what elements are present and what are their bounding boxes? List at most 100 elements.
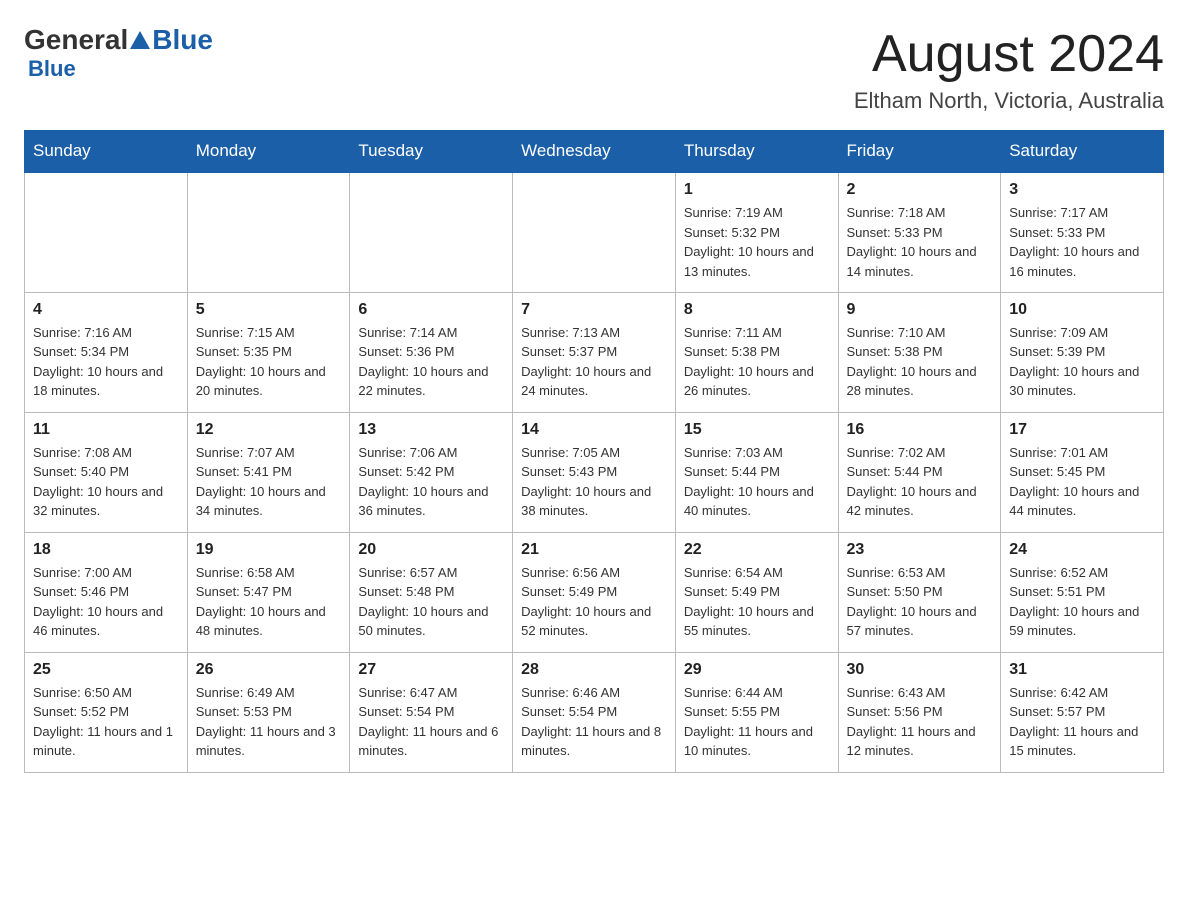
calendar-cell: 2Sunrise: 7:18 AMSunset: 5:33 PMDaylight… xyxy=(838,172,1001,292)
day-number: 29 xyxy=(684,661,830,679)
day-number: 14 xyxy=(521,421,667,439)
header-monday: Monday xyxy=(187,131,350,173)
calendar-cell: 10 Sunrise: 7:09 AMSunset: 5:39 PMDayligh… xyxy=(1001,292,1164,412)
day-number: 4 xyxy=(33,301,179,319)
day-info: Sunrise: 7:10 AMSunset: 5:38 PMDaylight:… xyxy=(847,323,993,401)
day-info: Sunrise: 6:57 AMSunset: 5:48 PMDaylight:… xyxy=(358,563,504,641)
header-wednesday: Wednesday xyxy=(513,131,676,173)
day-info: Sunrise: 6:49 AMSunset: 5:53 PMDaylight:… xyxy=(196,683,342,761)
calendar-cell: 29 Sunrise: 6:44 AMSunset: 5:55 PMDayligh… xyxy=(675,652,838,772)
calendar: SundayMondayTuesdayWednesdayThursdayFrid… xyxy=(24,130,1164,773)
calendar-cell xyxy=(187,172,350,292)
day-info: Sunrise: 7:08 AMSunset: 5:40 PMDaylight:… xyxy=(33,443,179,521)
calendar-cell: 11 Sunrise: 7:08 AMSunset: 5:40 PMDayligh… xyxy=(25,412,188,532)
day-info: Sunrise: 6:44 AMSunset: 5:55 PMDaylight:… xyxy=(684,683,830,761)
day-number: 10 xyxy=(1009,301,1155,319)
day-info: Sunrise: 7:16 AMSunset: 5:34 PMDaylight:… xyxy=(33,323,179,401)
calendar-cell: 8Sunrise: 7:11 AMSunset: 5:38 PMDaylight… xyxy=(675,292,838,412)
day-number: 26 xyxy=(196,661,342,679)
day-info: Sunrise: 7:11 AMSunset: 5:38 PMDaylight:… xyxy=(684,323,830,401)
day-number: 23 xyxy=(847,541,993,559)
calendar-cell: 25Sunrise: 6:50 AMSunset: 5:52 PMDayligh… xyxy=(25,652,188,772)
calendar-cell xyxy=(25,172,188,292)
day-number: 21 xyxy=(521,541,667,559)
main-title: August 2024 xyxy=(854,24,1164,84)
day-number: 25 xyxy=(33,661,179,679)
day-info: Sunrise: 6:58 AMSunset: 5:47 PMDaylight:… xyxy=(196,563,342,641)
header: General Blue Blue August 2024 Eltham Nor… xyxy=(24,24,1164,114)
day-info: Sunrise: 7:15 AMSunset: 5:35 PMDaylight:… xyxy=(196,323,342,401)
day-info: Sunrise: 7:13 AMSunset: 5:37 PMDaylight:… xyxy=(521,323,667,401)
day-info: Sunrise: 7:05 AMSunset: 5:43 PMDaylight:… xyxy=(521,443,667,521)
calendar-header-row: SundayMondayTuesdayWednesdayThursdayFrid… xyxy=(25,131,1164,173)
day-info: Sunrise: 7:03 AMSunset: 5:44 PMDaylight:… xyxy=(684,443,830,521)
week-row-3: 18 Sunrise: 7:00 AMSunset: 5:46 PMDayligh… xyxy=(25,532,1164,652)
day-number: 11 xyxy=(33,421,179,439)
day-number: 30 xyxy=(847,661,993,679)
day-info: Sunrise: 7:14 AMSunset: 5:36 PMDaylight:… xyxy=(358,323,504,401)
header-tuesday: Tuesday xyxy=(350,131,513,173)
day-info: Sunrise: 6:46 AMSunset: 5:54 PMDaylight:… xyxy=(521,683,667,761)
calendar-cell: 1 Sunrise: 7:19 AMSunset: 5:32 PMDaylight… xyxy=(675,172,838,292)
week-row-1: 4 Sunrise: 7:16 AMSunset: 5:34 PMDaylight… xyxy=(25,292,1164,412)
week-row-0: 1 Sunrise: 7:19 AMSunset: 5:32 PMDaylight… xyxy=(25,172,1164,292)
day-info: Sunrise: 6:53 AMSunset: 5:50 PMDaylight:… xyxy=(847,563,993,641)
day-number: 6 xyxy=(358,301,504,319)
header-saturday: Saturday xyxy=(1001,131,1164,173)
day-number: 3 xyxy=(1009,181,1155,199)
calendar-cell: 31Sunrise: 6:42 AMSunset: 5:57 PMDayligh… xyxy=(1001,652,1164,772)
day-number: 19 xyxy=(196,541,342,559)
day-number: 18 xyxy=(33,541,179,559)
logo-triangle-icon xyxy=(130,31,150,49)
calendar-cell: 5Sunrise: 7:15 AMSunset: 5:35 PMDaylight… xyxy=(187,292,350,412)
logo: General Blue Blue xyxy=(24,24,213,82)
day-number: 31 xyxy=(1009,661,1155,679)
day-number: 15 xyxy=(684,421,830,439)
calendar-cell: 21 Sunrise: 6:56 AMSunset: 5:49 PMDayligh… xyxy=(513,532,676,652)
day-info: Sunrise: 6:56 AMSunset: 5:49 PMDaylight:… xyxy=(521,563,667,641)
day-info: Sunrise: 7:02 AMSunset: 5:44 PMDaylight:… xyxy=(847,443,993,521)
day-info: Sunrise: 7:06 AMSunset: 5:42 PMDaylight:… xyxy=(358,443,504,521)
day-info: Sunrise: 7:17 AMSunset: 5:33 PMDaylight:… xyxy=(1009,203,1155,281)
calendar-cell: 17Sunrise: 7:01 AMSunset: 5:45 PMDayligh… xyxy=(1001,412,1164,532)
day-number: 27 xyxy=(358,661,504,679)
calendar-cell: 19 Sunrise: 6:58 AMSunset: 5:47 PMDayligh… xyxy=(187,532,350,652)
subtitle: Eltham North, Victoria, Australia xyxy=(854,88,1164,114)
calendar-cell: 20 Sunrise: 6:57 AMSunset: 5:48 PMDayligh… xyxy=(350,532,513,652)
day-number: 9 xyxy=(847,301,993,319)
calendar-cell: 24 Sunrise: 6:52 AMSunset: 5:51 PMDayligh… xyxy=(1001,532,1164,652)
calendar-cell: 15 Sunrise: 7:03 AMSunset: 5:44 PMDayligh… xyxy=(675,412,838,532)
calendar-cell: 14 Sunrise: 7:05 AMSunset: 5:43 PMDayligh… xyxy=(513,412,676,532)
calendar-cell: 18 Sunrise: 7:00 AMSunset: 5:46 PMDayligh… xyxy=(25,532,188,652)
day-number: 22 xyxy=(684,541,830,559)
calendar-cell: 22 Sunrise: 6:54 AMSunset: 5:49 PMDayligh… xyxy=(675,532,838,652)
calendar-cell: 7 Sunrise: 7:13 AMSunset: 5:37 PMDaylight… xyxy=(513,292,676,412)
day-info: Sunrise: 6:54 AMSunset: 5:49 PMDaylight:… xyxy=(684,563,830,641)
day-number: 1 xyxy=(684,181,830,199)
day-number: 20 xyxy=(358,541,504,559)
day-number: 2 xyxy=(847,181,993,199)
day-number: 17 xyxy=(1009,421,1155,439)
header-friday: Friday xyxy=(838,131,1001,173)
week-row-4: 25Sunrise: 6:50 AMSunset: 5:52 PMDayligh… xyxy=(25,652,1164,772)
day-info: Sunrise: 6:47 AMSunset: 5:54 PMDaylight:… xyxy=(358,683,504,761)
day-info: Sunrise: 7:19 AMSunset: 5:32 PMDaylight:… xyxy=(684,203,830,281)
title-area: August 2024 Eltham North, Victoria, Aust… xyxy=(854,24,1164,114)
calendar-cell: 12 Sunrise: 7:07 AMSunset: 5:41 PMDayligh… xyxy=(187,412,350,532)
calendar-cell: 30Sunrise: 6:43 AMSunset: 5:56 PMDayligh… xyxy=(838,652,1001,772)
day-number: 16 xyxy=(847,421,993,439)
day-info: Sunrise: 6:52 AMSunset: 5:51 PMDaylight:… xyxy=(1009,563,1155,641)
day-number: 12 xyxy=(196,421,342,439)
header-thursday: Thursday xyxy=(675,131,838,173)
day-number: 13 xyxy=(358,421,504,439)
day-number: 24 xyxy=(1009,541,1155,559)
logo-general-text: General xyxy=(24,24,128,56)
calendar-cell xyxy=(513,172,676,292)
day-number: 7 xyxy=(521,301,667,319)
calendar-cell xyxy=(350,172,513,292)
day-info: Sunrise: 7:09 AMSunset: 5:39 PMDaylight:… xyxy=(1009,323,1155,401)
day-info: Sunrise: 7:07 AMSunset: 5:41 PMDaylight:… xyxy=(196,443,342,521)
day-info: Sunrise: 7:00 AMSunset: 5:46 PMDaylight:… xyxy=(33,563,179,641)
calendar-cell: 6 Sunrise: 7:14 AMSunset: 5:36 PMDaylight… xyxy=(350,292,513,412)
calendar-cell: 4 Sunrise: 7:16 AMSunset: 5:34 PMDaylight… xyxy=(25,292,188,412)
